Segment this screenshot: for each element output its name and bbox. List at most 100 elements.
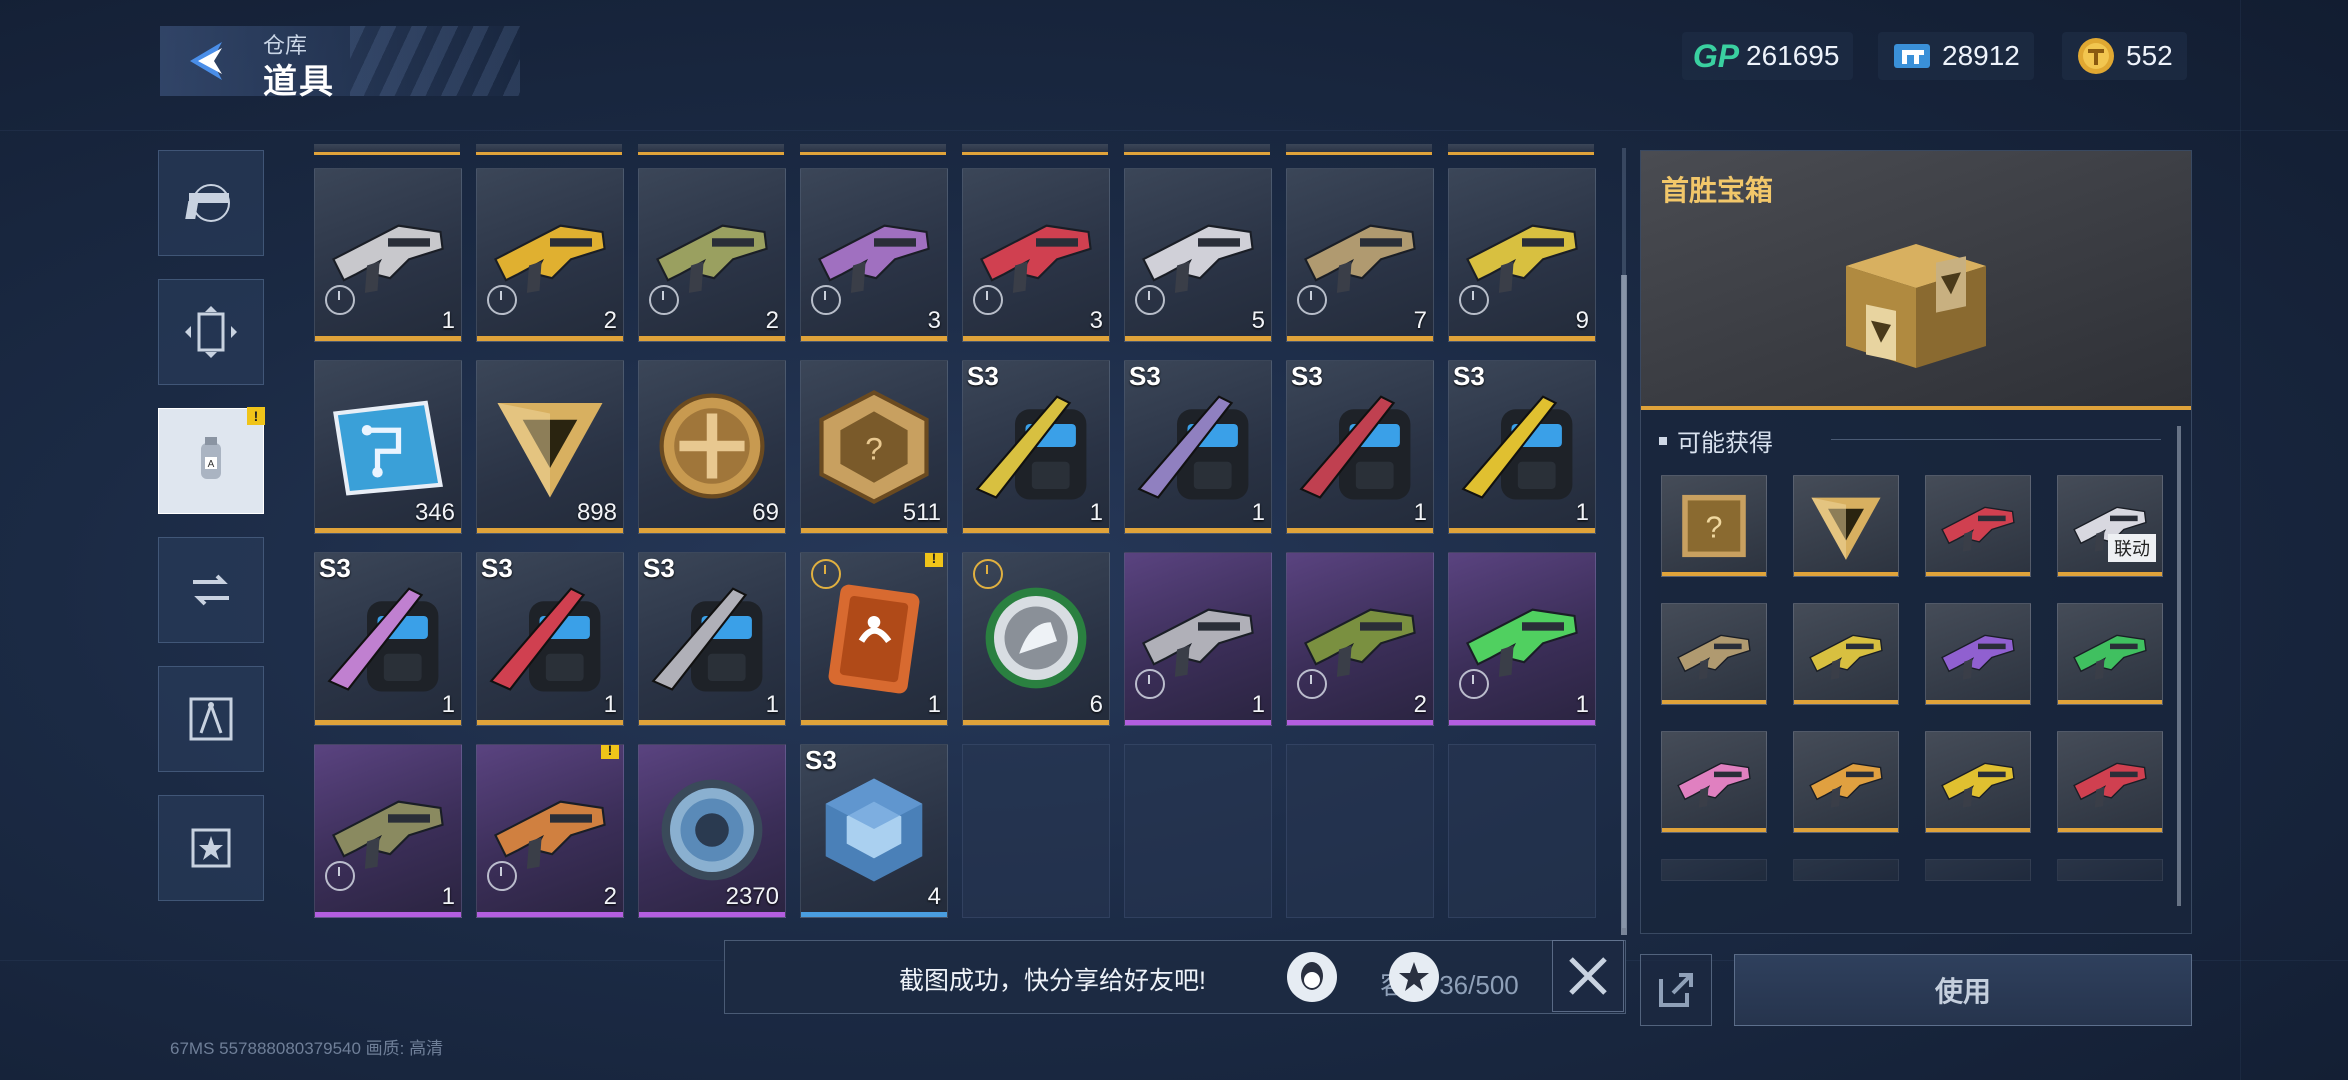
- item-slot[interactable]: 1: [1124, 552, 1272, 726]
- toast-message: 截图成功，快分享给好友吧!: [899, 967, 1206, 995]
- item-slot[interactable]: 2: [1286, 552, 1434, 726]
- season-badge: S3: [1129, 361, 1161, 391]
- item-slot[interactable]: 2: [638, 168, 786, 342]
- empty-slot: [962, 744, 1110, 918]
- item-slot[interactable]: 9: [1448, 168, 1596, 342]
- back-button[interactable]: 仓库 道具: [160, 26, 520, 101]
- item-slot[interactable]: 1: [1448, 552, 1596, 726]
- sidebar-tab-card[interactable]: [158, 279, 264, 385]
- triangle-icon: [1802, 488, 1890, 564]
- item-quantity: 5: [1251, 307, 1265, 334]
- sidebar-tab-weapon[interactable]: [158, 150, 264, 256]
- season-badge: S3: [1453, 361, 1485, 391]
- item-slot[interactable]: 898: [476, 360, 624, 534]
- rarity-bar: [963, 720, 1109, 725]
- partial-reward-item: [1793, 859, 1899, 881]
- reward-item[interactable]: [1925, 731, 2031, 833]
- item-slot[interactable]: S3 1: [638, 552, 786, 726]
- reward-item[interactable]: [1661, 731, 1767, 833]
- reward-item[interactable]: [1925, 475, 2031, 577]
- item-slot[interactable]: 3: [800, 168, 948, 342]
- item-slot[interactable]: S3 1: [962, 360, 1110, 534]
- item-slot[interactable]: 3: [962, 168, 1110, 342]
- collab-tag: 联动: [2108, 534, 2156, 562]
- sidebar-tab-item[interactable]: A !: [158, 407, 265, 514]
- emblem-icon: [973, 577, 1099, 699]
- item-slot[interactable]: ! 2: [476, 744, 624, 918]
- item-slot[interactable]: ! 1: [800, 552, 948, 726]
- reward-item[interactable]: [1793, 603, 1899, 705]
- item-slot[interactable]: 1: [314, 744, 462, 918]
- reward-item[interactable]: [1661, 603, 1767, 705]
- item-slot[interactable]: 6: [962, 552, 1110, 726]
- reward-item[interactable]: [2057, 731, 2163, 833]
- item-slot[interactable]: 2370: [638, 744, 786, 918]
- reward-item[interactable]: [2057, 603, 2163, 705]
- item-quantity: 1: [441, 691, 455, 718]
- item-quantity: 1: [1089, 499, 1103, 526]
- weapon-icon: [2066, 744, 2154, 820]
- item-quantity: 2: [603, 307, 617, 334]
- item-slot[interactable]: S3 1: [314, 552, 462, 726]
- export-button[interactable]: [1640, 954, 1712, 1026]
- item-slot[interactable]: S3 1: [1448, 360, 1596, 534]
- item-slot[interactable]: 346: [314, 360, 462, 534]
- rarity-bar: [477, 720, 623, 725]
- item-slot[interactable]: 69: [638, 360, 786, 534]
- item-slot[interactable]: S3 1: [476, 552, 624, 726]
- reward-item[interactable]: 联动: [2057, 475, 2163, 577]
- weapon-icon: [1934, 744, 2022, 820]
- backpack-icon: [973, 385, 1099, 507]
- season-badge: S3: [967, 361, 999, 391]
- item-slot[interactable]: 2: [476, 168, 624, 342]
- item-quantity: 511: [902, 499, 941, 526]
- weapon-icon: [1670, 616, 1758, 692]
- item-quantity: 6: [1089, 691, 1103, 718]
- sidebar-tab-exchange[interactable]: [158, 537, 264, 643]
- reward-item[interactable]: [1793, 731, 1899, 833]
- item-slot[interactable]: 5: [1124, 168, 1272, 342]
- qzone-share-icon[interactable]: [1389, 952, 1439, 1002]
- rarity-bar: [1287, 720, 1433, 725]
- item-quantity: 9: [1575, 307, 1589, 334]
- ticket-currency: 28912: [1878, 32, 2034, 80]
- sidebar-tab-blueprint[interactable]: [158, 666, 264, 772]
- reward-item[interactable]: [1793, 475, 1899, 577]
- close-icon: [1569, 957, 1607, 995]
- item-quantity: 1: [1575, 691, 1589, 718]
- rarity-bar: [2058, 700, 2162, 704]
- qq-share-icon[interactable]: [1287, 952, 1337, 1002]
- rarity-bar: [1794, 572, 1898, 576]
- partial-reward-item: [1661, 859, 1767, 881]
- rarity-bar: [1926, 572, 2030, 576]
- backpack-icon: [487, 577, 613, 699]
- item-slot[interactable]: 1: [314, 168, 462, 342]
- item-slot[interactable]: S3 4: [800, 744, 948, 918]
- reward-item[interactable]: [1925, 603, 2031, 705]
- rarity-bar: [963, 528, 1109, 533]
- item-slot[interactable]: S3 1: [1286, 360, 1434, 534]
- empty-slot: [1448, 744, 1596, 918]
- item-quantity: 3: [927, 307, 941, 334]
- sidebar-tab-badge[interactable]: [158, 795, 264, 901]
- partial-item-slot: [638, 144, 784, 155]
- reward-item[interactable]: ?: [1661, 475, 1767, 577]
- rarity-bar: [1125, 528, 1271, 533]
- item-slot[interactable]: 7: [1286, 168, 1434, 342]
- close-toast-button[interactable]: [1552, 940, 1624, 1012]
- clock-icon: [649, 285, 679, 315]
- partial-reward-item: [2057, 859, 2163, 881]
- gp-icon: GP: [1692, 37, 1740, 74]
- season-badge: S3: [643, 553, 675, 583]
- item-slot[interactable]: ? 511: [800, 360, 948, 534]
- item-slot[interactable]: S3 1: [1124, 360, 1272, 534]
- use-button[interactable]: 使用: [1734, 954, 2192, 1026]
- drops-scrollbar[interactable]: [2177, 426, 2181, 906]
- grid-scrollbar-thumb[interactable]: [1621, 275, 1627, 935]
- clock-icon: [325, 285, 355, 315]
- rarity-bar: [477, 528, 623, 533]
- screenshot-toast: 容量 36/500 截图成功，快分享给好友吧!: [724, 940, 1626, 1014]
- rarity-bar: [1287, 528, 1433, 533]
- item-preview: 首胜宝箱: [1641, 151, 2191, 410]
- item-quantity: 346: [414, 499, 455, 526]
